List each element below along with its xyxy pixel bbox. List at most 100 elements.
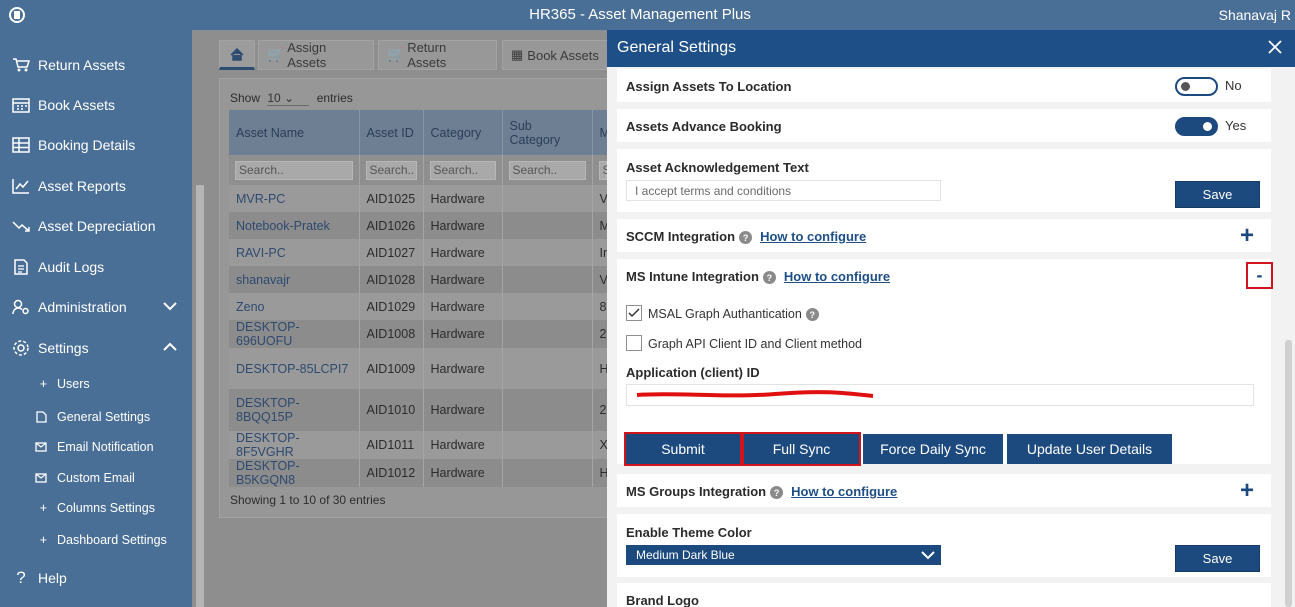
table-cell	[502, 389, 593, 431]
table-cell[interactable]: shanavajr	[229, 266, 360, 293]
mail-icon	[0, 473, 57, 483]
sidebar-subitem-users[interactable]: + Users	[0, 371, 192, 397]
plus-icon: +	[39, 533, 47, 547]
table-row[interactable]: RAVI-PC AID1027 Hardware Ir	[229, 239, 618, 266]
column-header[interactable]: Asset Name	[229, 110, 360, 155]
expand-plus-icon[interactable]: +	[1240, 224, 1254, 248]
search-cell: Search..	[359, 155, 424, 185]
column-header[interactable]: Sub Category	[502, 110, 593, 155]
table-cell[interactable]: Zeno	[229, 293, 360, 320]
entries-label: entries	[316, 91, 353, 105]
help-icon[interactable]: ?	[739, 231, 753, 245]
how-to-configure-link[interactable]: How to configure	[760, 229, 866, 244]
table-row[interactable]: Notebook-Pratek AID1026 Hardware M	[229, 212, 618, 239]
sidebar-subitem-general-settings[interactable]: General Settings	[0, 404, 192, 430]
table-row[interactable]: Zeno AID1029 Hardware 8	[229, 293, 618, 320]
search-input[interactable]: Search..	[508, 160, 586, 180]
check-icon	[628, 308, 640, 318]
save-button[interactable]: Save	[1175, 545, 1260, 572]
table-row[interactable]: MVR-PC AID1025 Hardware V	[229, 185, 618, 212]
table-row[interactable]: DESKTOP-696UOFU AID1008 Hardware 2	[229, 320, 618, 348]
user-name[interactable]: Shanavaj R	[1219, 7, 1291, 23]
sidebar-item-return-assets[interactable]: Return Assets	[0, 47, 192, 83]
sidebar-item-label: Book Assets	[38, 97, 116, 113]
search-input[interactable]: Search..	[429, 160, 496, 180]
tab-return-assets[interactable]: 🛒 Return Assets	[378, 40, 497, 70]
sidebar-item-settings[interactable]: Settings	[0, 330, 192, 366]
search-input[interactable]: Search..	[235, 160, 353, 180]
table-cell[interactable]: DESKTOP-8BQQ15P	[229, 389, 360, 431]
plus-icon: +	[39, 501, 47, 515]
sidebar-item-administration[interactable]: Administration	[0, 289, 192, 325]
column-header[interactable]: Category	[423, 110, 503, 155]
tab-assign-assets[interactable]: 🛒 Assign Assets	[258, 40, 374, 70]
save-button[interactable]: Save	[1175, 181, 1260, 208]
table-row[interactable]: DESKTOP-8F5VGHR AID1011 Hardware X	[229, 431, 618, 459]
advance-booking-toggle[interactable]	[1175, 117, 1218, 136]
app-client-id-input[interactable]	[626, 384, 1254, 406]
acknowledgement-input[interactable]: I accept terms and conditions	[626, 180, 941, 201]
toggle-knob	[1181, 82, 1190, 91]
close-icon[interactable]	[1267, 39, 1283, 55]
table-cell[interactable]: MVR-PC	[229, 185, 360, 212]
graph-api-checkbox[interactable]	[626, 335, 642, 351]
help-icon[interactable]: ?	[805, 308, 819, 322]
search-input[interactable]: Search..	[365, 160, 417, 180]
setting-label: Asset Acknowledgement Text	[626, 160, 809, 175]
msal-checkbox[interactable]	[626, 305, 642, 321]
full-sync-button[interactable]: Full Sync	[742, 432, 861, 466]
panel-scrollbar[interactable]	[1285, 340, 1292, 607]
sidebar-item-asset-reports[interactable]: Asset Reports	[0, 168, 192, 204]
submit-button[interactable]: Submit	[624, 432, 742, 466]
sidebar-item-audit-logs[interactable]: Audit Logs	[0, 249, 192, 285]
sidebar-subitem-custom-email[interactable]: Custom Email	[0, 465, 192, 491]
tab-book-assets[interactable]: ▦ Book Assets	[502, 40, 608, 70]
sidebar-item-help[interactable]: ? Help	[0, 560, 192, 596]
table-cell[interactable]: RAVI-PC	[229, 239, 360, 266]
sidebar-subitem-label: Columns Settings	[57, 501, 155, 515]
table-cell[interactable]: Notebook-Pratek	[229, 212, 360, 239]
sidebar-subitem-dashboard-settings[interactable]: + Dashboard Settings	[0, 527, 192, 553]
table-cell: Hardware	[423, 389, 503, 431]
table-cell	[502, 185, 593, 212]
show-entries: Show 10 ⌄ entries	[230, 91, 353, 106]
table-cell[interactable]: DESKTOP-85LCPI7	[229, 348, 360, 389]
sidebar-subitem-columns-settings[interactable]: + Columns Settings	[0, 495, 192, 521]
tab-home[interactable]	[219, 40, 255, 70]
table-cell: AID1012	[359, 459, 424, 487]
table-row[interactable]: DESKTOP-85LCPI7 AID1009 Hardware H	[229, 348, 618, 389]
help-icon[interactable]: ?	[762, 271, 776, 285]
table-cell: Hardware	[423, 320, 503, 348]
sidebar-item-label: Return Assets	[38, 57, 126, 73]
search-input[interactable]: S	[598, 160, 611, 180]
sidebar-item-asset-depreciation[interactable]: Asset Depreciation	[0, 208, 192, 244]
sidebar-item-book-assets[interactable]: Book Assets	[0, 87, 192, 123]
chevron-up-icon[interactable]	[162, 339, 178, 358]
force-daily-sync-button[interactable]: Force Daily Sync	[863, 434, 1003, 464]
sidebar-item-booking-details[interactable]: Booking Details	[0, 127, 192, 163]
entries-select[interactable]: 10 ⌄	[267, 91, 310, 106]
table-row[interactable]: DESKTOP-8BQQ15P AID1010 Hardware 2	[229, 389, 618, 431]
how-to-configure-link[interactable]: How to configure	[784, 269, 890, 284]
help-icon[interactable]: ?	[770, 486, 784, 500]
table-row[interactable]: DESKTOP-B5KGQN8 AID1012 Hardware H	[229, 459, 618, 487]
table-cell[interactable]: DESKTOP-8F5VGHR	[229, 431, 360, 459]
table-cell	[502, 348, 593, 389]
assign-location-toggle[interactable]	[1175, 77, 1218, 96]
update-user-details-button[interactable]: Update User Details	[1007, 434, 1172, 464]
assets-table: Asset Name Asset ID Category Sub Categor…	[229, 110, 618, 487]
table-row[interactable]: shanavajr AID1028 Hardware V	[229, 266, 618, 293]
theme-color-select[interactable]: Medium Dark Blue	[626, 545, 941, 565]
chevron-down-icon[interactable]	[162, 298, 178, 317]
sccm-row: SCCM Integration? How to configure +	[617, 219, 1271, 252]
app-id-label: Application (client) ID	[626, 365, 760, 380]
sidebar-subitem-email-notification[interactable]: Email Notification	[0, 434, 192, 460]
table-cell[interactable]: DESKTOP-696UOFU	[229, 320, 360, 348]
column-header[interactable]: Asset ID	[359, 110, 424, 155]
table-cell[interactable]: DESKTOP-B5KGQN8	[229, 459, 360, 487]
main-scrollbar[interactable]	[196, 185, 204, 607]
collapse-button[interactable]: -	[1246, 262, 1273, 289]
expand-plus-icon[interactable]: +	[1240, 479, 1254, 503]
table-cell: AID1025	[359, 185, 424, 212]
how-to-configure-link[interactable]: How to configure	[791, 484, 897, 499]
